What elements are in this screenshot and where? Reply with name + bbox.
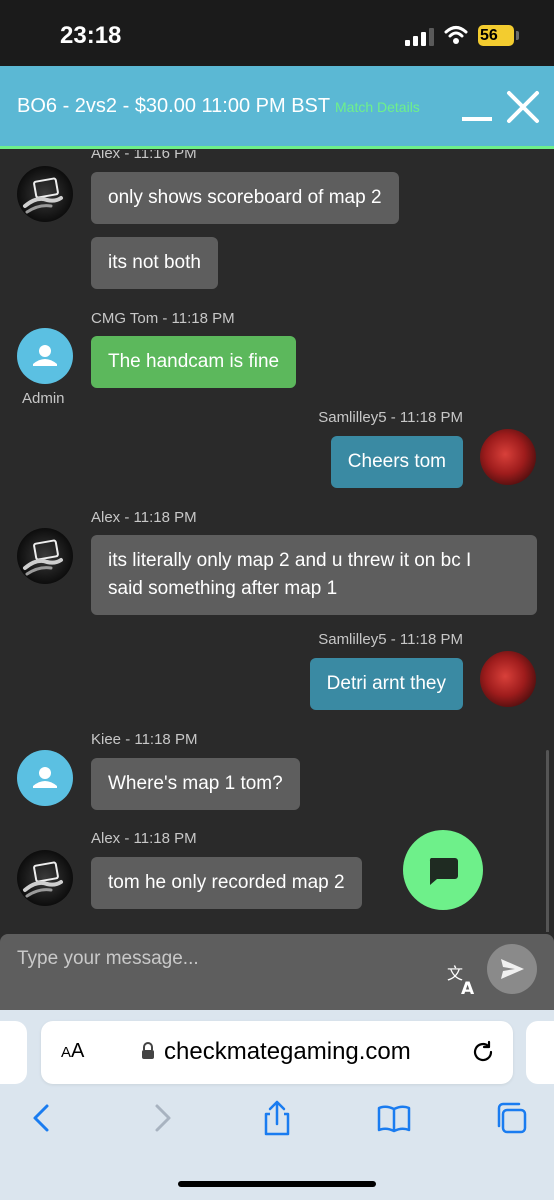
next-tab[interactable] — [526, 1021, 554, 1084]
bookmarks-icon[interactable] — [377, 1100, 411, 1136]
avatar — [17, 850, 73, 906]
url-text: checkmategaming.com — [164, 1038, 411, 1065]
battery-cap — [516, 31, 519, 40]
share-icon[interactable] — [260, 1100, 294, 1136]
message-bubble: only shows scoreboard of map 2 — [91, 172, 399, 224]
chat-bubble-icon — [429, 858, 458, 885]
translate-icon[interactable]: 文 A — [446, 962, 480, 996]
message-meta: Samlilley5 - 11:18 PM — [318, 409, 463, 426]
aa-small: A — [61, 1044, 72, 1061]
avatar — [17, 528, 73, 584]
user-icon — [33, 767, 57, 788]
hand-photo-icon — [23, 539, 63, 576]
message-composer: 文 A — [0, 934, 554, 1010]
message-line: said something after map 1 — [108, 578, 338, 599]
aa-large: A — [71, 1040, 85, 1062]
chat-scrollbar[interactable] — [546, 750, 549, 932]
admin-label: Admin — [22, 390, 65, 407]
message-bubble: Where's map 1 tom? — [91, 758, 300, 810]
message-meta: Alex - 11:18 PM — [91, 830, 197, 847]
message-input[interactable] — [17, 944, 417, 974]
message-meta: Alex - 11:16 PM — [91, 150, 197, 162]
lock-icon — [142, 1042, 154, 1059]
back-icon[interactable] — [25, 1100, 59, 1136]
minimize-icon[interactable] — [462, 117, 492, 121]
message-bubble: its literally only map 2 and u threw it … — [91, 535, 537, 615]
status-time: 23:18 — [60, 22, 122, 49]
message-meta: CMG Tom - 11:18 PM — [91, 310, 235, 327]
hand-photo-icon — [23, 177, 63, 214]
message-line: its literally only map 2 and u threw it … — [108, 550, 472, 571]
chat-messages[interactable]: Alex - 11:16 PM only shows scoreboard of… — [0, 150, 554, 932]
match-header: BO6 - 2vs2 - $30.00 11:00 PM BST Match D… — [0, 66, 554, 149]
browser-toolbar: AA checkmategaming.com — [0, 1010, 554, 1200]
user-icon — [33, 345, 57, 366]
hand-photo-icon — [23, 861, 63, 898]
send-button[interactable] — [487, 944, 537, 994]
message-bubble: The handcam is fine — [91, 336, 297, 388]
address-bar[interactable]: AA checkmategaming.com — [41, 1021, 513, 1084]
home-indicator[interactable] — [178, 1181, 376, 1187]
match-title: BO6 - 2vs2 - $30.00 11:00 PM BST — [17, 95, 331, 117]
message-meta: Kiee - 11:18 PM — [91, 731, 198, 748]
wifi-icon — [444, 26, 468, 44]
tabs-icon[interactable] — [494, 1100, 528, 1136]
battery-level: 56 — [480, 27, 498, 44]
avatar — [17, 328, 73, 384]
cellular-signal-icon — [405, 28, 434, 46]
reload-icon[interactable] — [471, 1040, 495, 1064]
message-meta: Alex - 11:18 PM — [91, 509, 197, 526]
close-icon[interactable] — [506, 90, 540, 124]
status-bar: 23:18 56 — [0, 0, 554, 66]
avatar — [480, 429, 536, 485]
message-bubble: Detri arnt they — [309, 658, 463, 710]
svg-text:A: A — [461, 979, 475, 996]
forward-icon[interactable] — [145, 1100, 179, 1136]
chat-fab-button[interactable] — [403, 830, 483, 910]
battery-indicator: 56 — [478, 25, 514, 46]
previous-tab[interactable] — [0, 1021, 27, 1084]
avatar — [17, 750, 73, 806]
send-icon — [501, 959, 524, 979]
match-details-link[interactable]: Match Details — [335, 99, 420, 115]
message-bubble: Cheers tom — [330, 436, 463, 488]
message-bubble: its not both — [91, 237, 218, 289]
message-bubble: tom he only recorded map 2 — [91, 857, 362, 909]
avatar — [17, 166, 73, 222]
message-meta: Samlilley5 - 11:18 PM — [318, 631, 463, 648]
avatar — [480, 651, 536, 707]
page-settings-button[interactable]: AA — [61, 1040, 84, 1063]
